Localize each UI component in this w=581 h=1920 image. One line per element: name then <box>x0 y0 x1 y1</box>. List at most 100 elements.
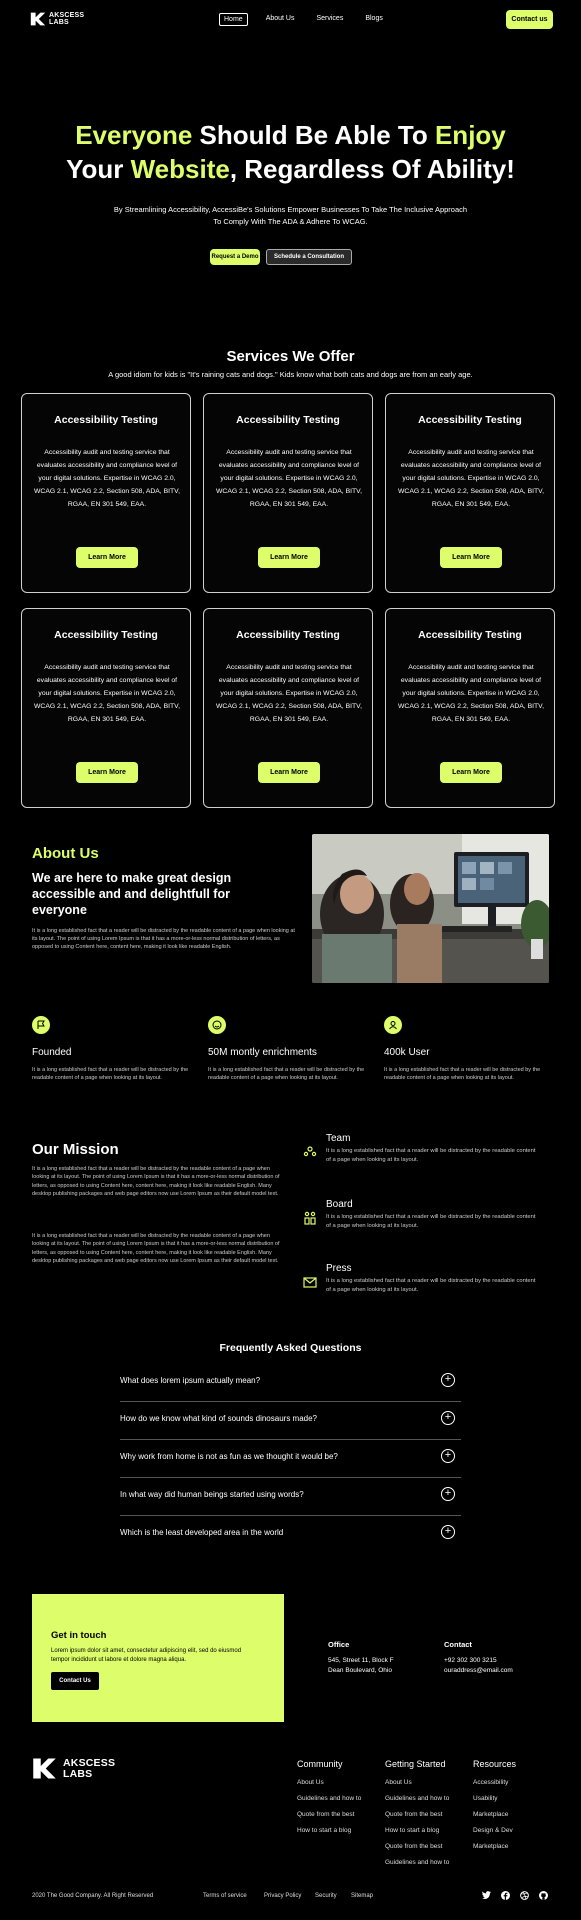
learn-more-button[interactable]: Learn More <box>76 547 138 568</box>
request-demo-button[interactable]: Request a Demo <box>210 249 260 265</box>
plus-icon[interactable]: + <box>441 1411 455 1425</box>
flag-icon <box>32 1016 50 1034</box>
board-icon <box>304 1211 316 1225</box>
contact-label: Contact <box>444 1640 472 1649</box>
feature-title: Board <box>326 1199 353 1210</box>
smile-icon <box>208 1016 226 1034</box>
contact-us-button[interactable]: Contact us <box>506 10 553 29</box>
mission-title: Our Mission <box>32 1141 119 1158</box>
nav-services[interactable]: Services <box>312 13 347 26</box>
feature-title: Press <box>326 1263 352 1274</box>
learn-more-button[interactable]: Learn More <box>440 547 502 568</box>
mission-paragraph: It is a long established fact that a rea… <box>32 1166 280 1197</box>
learn-more-button[interactable]: Learn More <box>258 762 320 783</box>
touch-text: Lorem ipsum dolor sit amet, consectetur … <box>51 1648 242 1663</box>
facebook-icon[interactable] <box>500 1890 510 1900</box>
nav-links: Home About Us Services Blogs <box>219 13 401 26</box>
footer-link[interactable]: Quote from the best <box>385 1811 449 1818</box>
about-heading: About Us <box>32 845 99 862</box>
footer-link[interactable]: Quote from the best <box>385 1843 449 1850</box>
learn-more-button[interactable]: Learn More <box>440 762 502 783</box>
footer-link[interactable]: How to start a blog <box>385 1827 449 1834</box>
nav-about[interactable]: About Us <box>262 13 299 26</box>
office-scene-image <box>312 834 549 983</box>
schedule-consultation-button[interactable]: Schedule a Consultation <box>266 249 352 265</box>
plus-icon[interactable]: + <box>441 1373 455 1387</box>
feature-text: It is a long established fact that a rea… <box>326 1278 536 1293</box>
footer-logo[interactable]: AKSCESS LABS <box>32 1756 115 1781</box>
get-in-touch-panel: Get in touch Lorem ipsum dolor sit amet,… <box>32 1594 284 1722</box>
footer-column-resources: Resources Accessibility Usability Market… <box>473 1759 516 1859</box>
hero-word-website: Website <box>130 154 230 184</box>
office-label: Office <box>328 1640 350 1649</box>
service-card-title: Accessibility Testing <box>54 629 158 641</box>
faq-item[interactable]: Why work from home is not as fun as we t… <box>120 1440 461 1478</box>
footer-link[interactable]: Quote from the best <box>297 1811 361 1818</box>
feature-title: Team <box>326 1133 351 1144</box>
twitter-icon[interactable] <box>481 1890 491 1900</box>
plus-icon[interactable]: + <box>441 1487 455 1501</box>
hero-text: Should Be Able To <box>192 120 435 150</box>
office-line1: 545, Street 11, Block F <box>328 1657 394 1664</box>
footer-column-title: Getting Started <box>385 1759 446 1769</box>
brand-logo[interactable]: AKSCESS LABS <box>30 11 84 27</box>
footer-link[interactable]: Marketplace <box>473 1811 516 1818</box>
footer-link[interactable]: Guidelines and how to <box>385 1795 449 1802</box>
footer-link[interactable]: Guidelines and how to <box>297 1795 361 1802</box>
learn-more-button[interactable]: Learn More <box>76 762 138 783</box>
stat-title: Founded <box>32 1047 72 1058</box>
mission-paragraph: It is a long established fact that a rea… <box>32 1233 280 1264</box>
brand-line1: AKSCESS <box>49 12 85 19</box>
hero-word-enjoy: Enjoy <box>434 120 506 150</box>
footer-link[interactable]: Accessibility <box>473 1779 516 1786</box>
terms-link[interactable]: Terms of service <box>203 1893 247 1899</box>
service-card-body: Accessibility audit and testing service … <box>34 449 180 508</box>
hero-text: , Regardless Of Ability! <box>229 154 515 184</box>
contact-phone[interactable]: +92 302 300 3215 <box>444 1656 513 1666</box>
user-icon <box>384 1016 402 1034</box>
plus-icon[interactable]: + <box>441 1525 455 1539</box>
footer-link[interactable]: How to start a blog <box>297 1827 361 1834</box>
plus-icon[interactable]: + <box>441 1449 455 1463</box>
faq-question: In what way did human beings started usi… <box>120 1490 304 1499</box>
contact-button[interactable]: Contact Us <box>51 1672 99 1690</box>
brand-line2: LABS <box>63 1767 93 1780</box>
service-card: Accessibility Testing Accessibility audi… <box>203 393 373 593</box>
nav-home[interactable]: Home <box>219 13 248 26</box>
contact-details: +92 302 300 3215 ouraddress@email.com <box>444 1656 513 1676</box>
contact-email[interactable]: ouraddress@email.com <box>444 1666 513 1676</box>
footer-link[interactable]: Marketplace <box>473 1843 516 1850</box>
footer-link[interactable]: About Us <box>297 1779 361 1786</box>
faq-item[interactable]: How do we know what kind of sounds dinos… <box>120 1402 461 1440</box>
service-card-body: Accessibility audit and testing service … <box>34 664 180 723</box>
touch-title: Get in touch <box>51 1630 107 1641</box>
footer-link[interactable]: About Us <box>385 1779 449 1786</box>
footer-link[interactable]: Design & Dev <box>473 1827 516 1834</box>
stat-text: It is a long established fact that a rea… <box>384 1067 541 1081</box>
github-icon[interactable] <box>538 1890 548 1900</box>
privacy-link[interactable]: Privacy Policy <box>264 1893 301 1899</box>
learn-more-button[interactable]: Learn More <box>258 547 320 568</box>
footer-link[interactable]: Guidelines and how to <box>385 1859 449 1866</box>
faq-item[interactable]: What does lorem ipsum actually mean? + <box>120 1364 461 1402</box>
hero-actions: Request a Demo Schedule a Consultation <box>210 249 352 265</box>
faq-item[interactable]: Which is the least developed area in the… <box>120 1516 461 1554</box>
service-card-title: Accessibility Testing <box>54 414 158 426</box>
nav-blogs[interactable]: Blogs <box>361 13 387 26</box>
logo-mark-icon <box>33 1758 56 1779</box>
footer-column-community: Community About Us Guidelines and how to… <box>297 1759 361 1843</box>
sitemap-link[interactable]: Sitemap <box>351 1893 373 1899</box>
stat-text: It is a long established fact that a rea… <box>32 1067 189 1081</box>
security-link[interactable]: Security <box>315 1893 337 1899</box>
brand-name: AKSCESS LABS <box>49 12 84 26</box>
stat-founded: Founded It is a long established fact th… <box>32 1016 192 1082</box>
hero-subtitle: By Streamlining Accessibility, AccessiBe… <box>113 205 468 226</box>
service-card-title: Accessibility Testing <box>418 414 522 426</box>
footer-link[interactable]: Usability <box>473 1795 516 1802</box>
hero-word-everyone: Everyone <box>75 120 193 150</box>
dribbble-icon[interactable] <box>519 1890 529 1900</box>
faq-item[interactable]: In what way did human beings started usi… <box>120 1478 461 1516</box>
services-subtitle: A good idiom for kids is "It's raining c… <box>108 370 473 379</box>
feature-text: It is a long established fact that a rea… <box>326 1148 536 1163</box>
about-title: We are here to make great design accessi… <box>32 871 232 917</box>
